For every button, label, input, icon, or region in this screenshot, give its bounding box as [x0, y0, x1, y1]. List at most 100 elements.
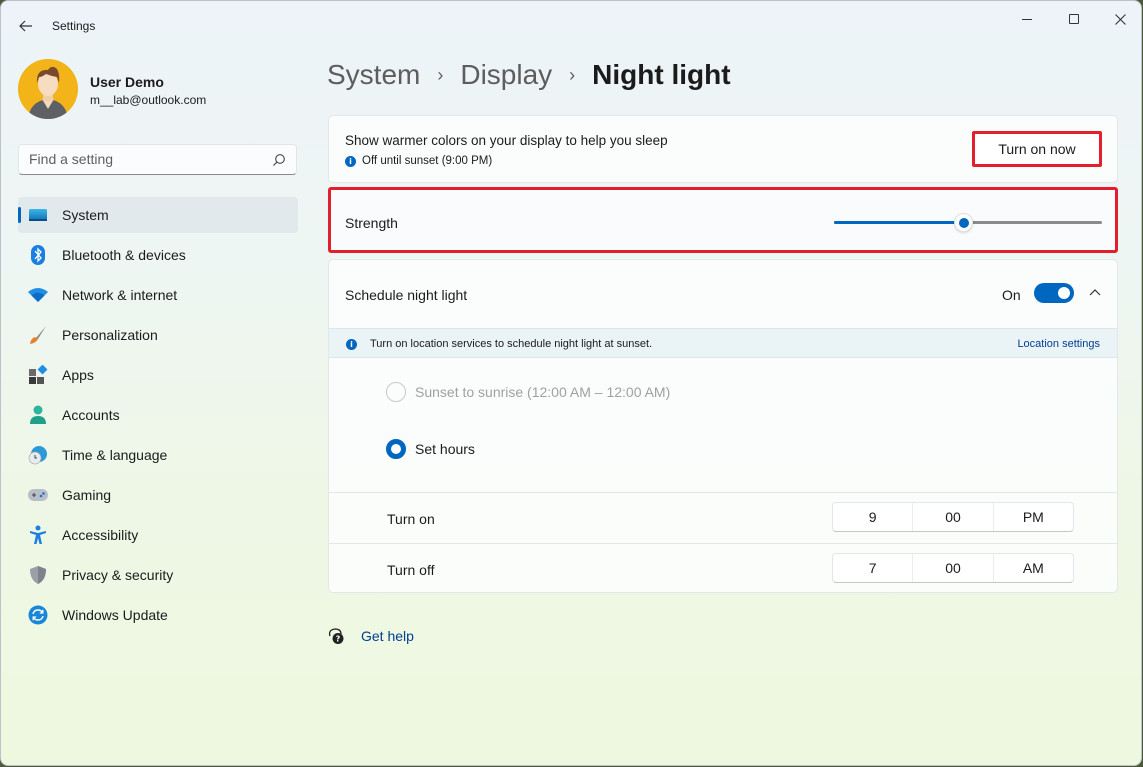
sidebar-item-label: Apps: [62, 367, 94, 383]
turn-off-label: Turn off: [387, 562, 435, 578]
sidebar-item-label: Windows Update: [62, 607, 168, 623]
chevron-up-icon[interactable]: [1086, 284, 1104, 302]
avatar[interactable]: [18, 59, 78, 119]
radio-button[interactable]: [386, 382, 406, 402]
help-chat-icon: ?: [328, 628, 344, 644]
sidebar-item-bluetooth[interactable]: Bluetooth & devices: [18, 237, 298, 273]
user-email: m__lab@outlook.com: [90, 93, 207, 107]
close-icon: [1114, 13, 1126, 25]
sidebar-item-label: Bluetooth & devices: [62, 247, 186, 263]
schedule-label: Schedule night light: [345, 287, 468, 303]
sidebar-item-time-language[interactable]: Time & language: [18, 437, 298, 473]
location-settings-link[interactable]: Location settings: [1017, 338, 1100, 350]
slider-fill: [834, 221, 963, 224]
arrow-left-icon: [19, 20, 32, 32]
accessibility-icon: [28, 525, 48, 545]
toggle-knob: [1058, 287, 1070, 299]
get-help-link[interactable]: ? Get help: [327, 627, 414, 645]
turn-off-time-picker[interactable]: 7 00 AM: [832, 553, 1074, 583]
strength-slider[interactable]: [834, 213, 1102, 232]
info-icon: i: [346, 339, 357, 350]
gamepad-icon: [28, 485, 48, 505]
sidebar-item-label: System: [62, 207, 109, 223]
radio-sunset-to-sunrise[interactable]: Sunset to sunrise (12:00 AM – 12:00 AM): [386, 382, 670, 402]
minute-value[interactable]: 00: [913, 503, 994, 531]
hour-value[interactable]: 7: [833, 554, 914, 582]
back-button[interactable]: [13, 13, 39, 39]
page-title: Night light: [592, 59, 731, 90]
breadcrumb-system[interactable]: System: [327, 59, 420, 91]
slider-thumb[interactable]: [953, 213, 973, 232]
sidebar-item-label: Accounts: [62, 407, 120, 423]
info-icon: i: [345, 155, 356, 167]
sidebar-item-system[interactable]: System: [18, 197, 298, 233]
update-icon: [28, 605, 48, 625]
sidebar-item-accounts[interactable]: Accounts: [18, 397, 298, 433]
sidebar-nav: System Bluetooth & devices Network & int…: [18, 197, 298, 637]
time-language-icon: [28, 445, 48, 465]
chevron-right-icon: ›: [437, 65, 444, 85]
radio-button[interactable]: [386, 439, 406, 459]
sidebar-item-windows-update[interactable]: Windows Update: [18, 597, 298, 633]
period-value[interactable]: PM: [994, 503, 1073, 531]
sidebar-item-privacy[interactable]: Privacy & security: [18, 557, 298, 593]
brush-icon: [28, 325, 48, 345]
strength-card: Strength: [328, 187, 1118, 253]
shield-icon: [28, 565, 48, 585]
radio-label: Set hours: [415, 441, 475, 457]
night-light-card: Show warmer colors on your display to he…: [328, 115, 1118, 183]
title-bar: Settings: [1, 1, 1141, 49]
sidebar-item-accessibility[interactable]: Accessibility: [18, 517, 298, 553]
sidebar-item-label: Accessibility: [62, 527, 139, 543]
sidebar-item-label: Personalization: [62, 327, 158, 343]
user-name: User Demo: [90, 74, 164, 90]
sidebar-item-label: Gaming: [62, 487, 112, 503]
toggle-state-label: On: [1002, 287, 1021, 303]
sidebar-item-label: Privacy & security: [62, 567, 174, 583]
apps-icon: [28, 365, 48, 385]
schedule-header[interactable]: Schedule night light On: [329, 260, 1117, 328]
system-icon: [28, 205, 48, 225]
settings-window: Settings User Demo m__lab@outlook.com Fi…: [0, 0, 1142, 766]
radio-set-hours[interactable]: Set hours: [386, 439, 475, 459]
search-icon[interactable]: [272, 153, 286, 167]
bluetooth-icon: [28, 245, 48, 265]
radio-label: Sunset to sunrise (12:00 AM – 12:00 AM): [415, 384, 671, 400]
minimize-button[interactable]: [1004, 1, 1050, 37]
accounts-icon: [28, 405, 48, 425]
close-button[interactable]: [1097, 1, 1141, 37]
sidebar-item-network[interactable]: Network & internet: [18, 277, 298, 313]
maximize-icon: [1069, 14, 1079, 24]
breadcrumb: System › Display › Night light: [327, 59, 731, 91]
sidebar-item-label: Time & language: [62, 447, 168, 463]
maximize-button[interactable]: [1051, 1, 1097, 37]
breadcrumb-display[interactable]: Display: [460, 59, 552, 91]
info-message: Turn on location services to schedule ni…: [370, 338, 653, 350]
divider: [329, 543, 1117, 544]
strength-label: Strength: [345, 215, 398, 231]
user-avatar-icon: [18, 59, 78, 119]
schedule-toggle[interactable]: [1034, 283, 1074, 303]
sidebar-item-personalization[interactable]: Personalization: [18, 317, 298, 353]
sidebar-item-apps[interactable]: Apps: [18, 357, 298, 393]
turn-on-time-picker[interactable]: 9 00 PM: [832, 502, 1074, 532]
wifi-icon: [28, 285, 48, 305]
divider: [329, 492, 1117, 493]
location-info-bar: i Turn on location services to schedule …: [329, 328, 1117, 358]
night-light-description: Show warmer colors on your display to he…: [345, 133, 668, 148]
turn-on-label: Turn on: [387, 511, 435, 527]
active-indicator: [18, 207, 21, 223]
turn-on-now-button[interactable]: Turn on now: [972, 131, 1102, 167]
period-value[interactable]: AM: [994, 554, 1073, 582]
svg-text:?: ?: [336, 635, 341, 644]
status-text: Off until sunset (9:00 PM): [362, 155, 493, 167]
search-box: [18, 144, 297, 175]
app-title: Settings: [52, 19, 96, 33]
search-input[interactable]: [29, 151, 259, 167]
hour-value[interactable]: 9: [833, 503, 914, 531]
minute-value[interactable]: 00: [913, 554, 994, 582]
get-help-label: Get help: [361, 628, 414, 644]
sidebar-item-label: Network & internet: [62, 287, 178, 303]
chevron-right-icon: ›: [569, 65, 576, 85]
sidebar-item-gaming[interactable]: Gaming: [18, 477, 298, 513]
